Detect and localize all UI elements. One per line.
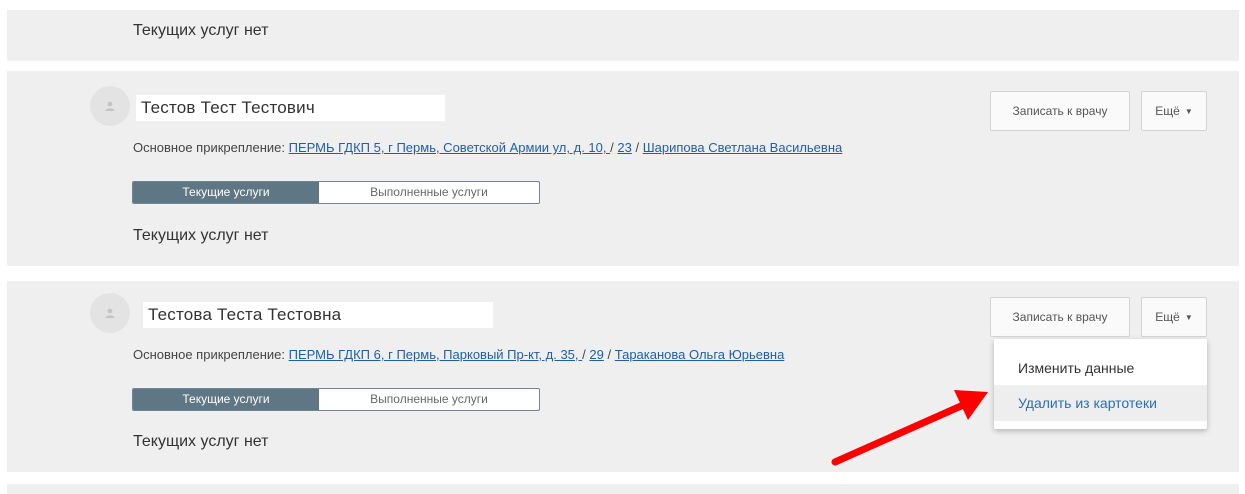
patient-card: Тестов Тест Тестович Записать к врачу Ещ… [7,71,1239,266]
site-link[interactable]: 23 [617,140,631,155]
tab-completed-services[interactable]: Выполненные услуги [319,389,539,410]
attachment-info: Основное прикрепление: ПЕРМЬ ГДКП 5, г П… [133,140,842,155]
delete-from-cardfile-menu-item[interactable]: Удалить из картотеки [994,385,1207,421]
no-services-text: Текущих услуг нет [133,227,269,244]
edit-data-menu-item[interactable]: Изменить данные [994,350,1207,386]
doctor-link[interactable]: Тараканова Ольга Юрьевна [615,347,785,362]
tab-completed-services[interactable]: Выполненные услуги [319,182,539,203]
tab-current-services[interactable]: Текущие услуги [133,182,319,203]
book-appointment-button[interactable]: Записать к врачу [990,91,1130,131]
attachment-label: Основное прикрепление: [133,140,285,155]
separator: / [610,140,614,155]
doctor-link[interactable]: Шарипова Светлана Васильевна [643,140,843,155]
more-button[interactable]: Ещё ▼ [1141,91,1207,131]
services-tabs: Текущие услуги Выполненные услуги [132,181,540,204]
separator: / [582,347,586,362]
no-services-text: Текущих услуг нет [133,22,269,39]
more-button[interactable]: Ещё ▼ [1141,297,1207,337]
attachment-info: Основное прикрепление: ПЕРМЬ ГДКП 6, г П… [133,347,784,362]
attachment-label: Основное прикрепление: [133,347,285,362]
more-button-label: Ещё [1155,310,1180,324]
services-tabs: Текущие услуги Выполненные услуги [132,388,540,411]
caret-down-icon: ▼ [1184,107,1193,116]
avatar [90,293,130,333]
avatar [90,86,130,126]
user-icon [105,308,115,318]
separator: / [635,140,640,155]
book-appointment-button[interactable]: Записать к врачу [990,297,1130,337]
patient-name[interactable]: Тестова Теста Тестовна [143,302,493,328]
more-dropdown-menu: Изменить данные Удалить из картотеки [994,339,1207,429]
clinic-link[interactable]: ПЕРМЬ ГДКП 5, г Пермь, Советской Армии у… [289,140,610,155]
site-link[interactable]: 29 [589,347,603,362]
tab-current-services[interactable]: Текущие услуги [133,389,319,410]
clinic-link[interactable]: ПЕРМЬ ГДКП 6, г Пермь, Парковый Пр-кт, д… [289,347,583,362]
caret-down-icon: ▼ [1184,313,1193,322]
patient-card-partial [7,484,1239,494]
no-services-text: Текущих услуг нет [133,433,269,450]
patient-card-top: Текущих услуг нет [7,10,1239,61]
separator: / [607,347,612,362]
red-arrow-icon [831,390,988,466]
patient-name[interactable]: Тестов Тест Тестович [136,95,445,121]
more-button-label: Ещё [1155,104,1180,118]
user-icon [105,101,115,111]
